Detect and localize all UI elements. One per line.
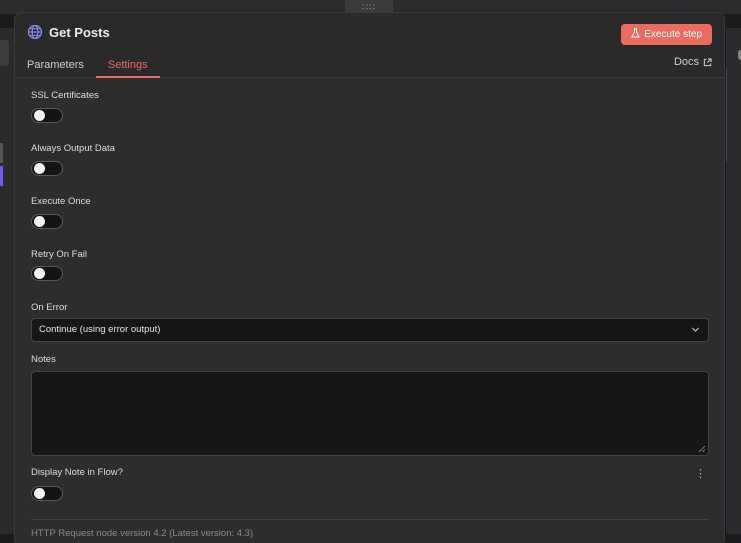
tab-settings[interactable]: Settings	[95, 54, 160, 78]
tab-parameters[interactable]: Parameters	[15, 54, 96, 78]
canvas-connector-stub	[0, 143, 3, 163]
panel-tabs: Parameters Settings	[15, 54, 160, 78]
on-error-value: Continue (using error output)	[39, 324, 161, 335]
chevron-down-icon	[691, 327, 700, 332]
canvas-edge-line	[726, 68, 727, 162]
notes-textarea[interactable]	[31, 371, 709, 456]
canvas-node-stub	[0, 40, 9, 66]
node-settings-panel: Get Posts Execute step Parameters Settin…	[14, 12, 725, 543]
execute-once-toggle[interactable]	[31, 214, 63, 229]
docs-link[interactable]: Docs	[674, 56, 712, 68]
retry-on-fail-toggle[interactable]	[31, 266, 63, 281]
canvas-right-edge	[726, 28, 741, 534]
docs-label: Docs	[673, 56, 699, 68]
retry-on-fail-label: Retry On Fail	[31, 249, 87, 260]
canvas-connector-stub-active	[0, 166, 3, 186]
execute-once-label: Execute Once	[31, 196, 91, 207]
ssl-certificates-label: SSL Certificates	[31, 90, 99, 101]
on-error-select[interactable]: Continue (using error output)	[31, 318, 709, 342]
canvas-left-edge	[0, 28, 14, 534]
footer-divider	[31, 519, 709, 520]
execute-step-button[interactable]: Execute step	[621, 24, 712, 45]
kebab-menu-icon[interactable]: ⋮	[695, 469, 706, 480]
resize-grip-icon[interactable]	[698, 445, 706, 453]
external-link-icon	[703, 57, 712, 66]
execute-step-label: Execute step	[644, 29, 702, 40]
on-error-label: On Error	[31, 302, 68, 313]
display-note-toggle[interactable]	[31, 486, 63, 501]
globe-icon	[27, 24, 43, 40]
settings-content: SSL Certificates Always Output Data Exec…	[15, 78, 724, 543]
always-output-data-label: Always Output Data	[31, 143, 115, 154]
ssl-certificates-toggle[interactable]	[31, 108, 63, 123]
always-output-data-toggle[interactable]	[31, 161, 63, 176]
panel-header: Get Posts Execute step Parameters Settin…	[15, 13, 724, 78]
display-note-label: Display Note in Flow?	[31, 467, 123, 478]
node-title: Get Posts	[49, 25, 110, 40]
notes-label: Notes	[31, 354, 56, 365]
flask-icon	[631, 28, 641, 41]
